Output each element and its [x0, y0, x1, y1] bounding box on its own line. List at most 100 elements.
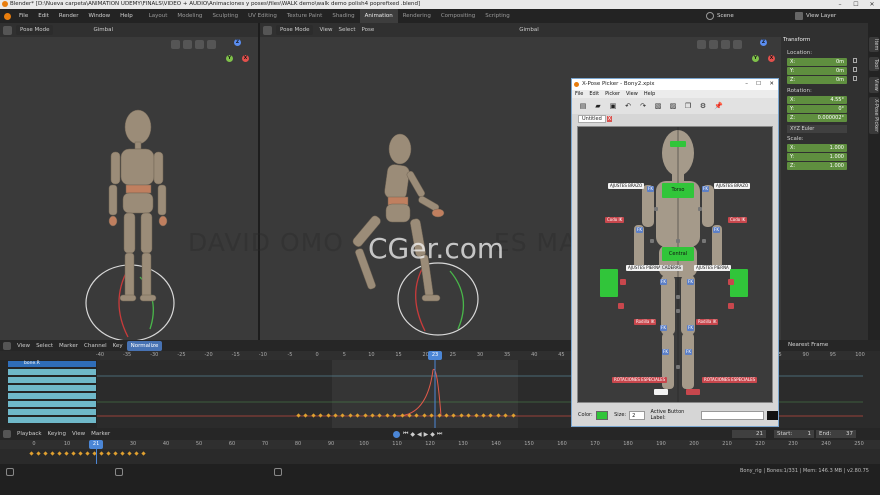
- editor-type-icon[interactable]: [3, 430, 11, 438]
- view-layer-selector[interactable]: View Layer: [806, 9, 836, 23]
- control-dot[interactable]: [676, 309, 680, 313]
- timeline-keyframe[interactable]: [134, 451, 139, 456]
- close-button[interactable]: ✕: [864, 0, 880, 9]
- knee-ik-left-button[interactable]: Rodilla IK: [634, 319, 657, 325]
- hips-button[interactable]: CADERAS: [660, 265, 684, 271]
- active-button-label-input[interactable]: [700, 410, 764, 420]
- timeline-keyframes[interactable]: [29, 451, 148, 456]
- normalize-toggle[interactable]: Normalize: [126, 340, 163, 351]
- fk-shin-left-button[interactable]: FK: [660, 325, 667, 331]
- location-y-field[interactable]: Y: 0m: [787, 67, 847, 75]
- fk-thigh-left-button[interactable]: FK: [660, 279, 667, 285]
- keyframe-diamond[interactable]: [414, 413, 420, 418]
- scale-z-field[interactable]: Z: 1.000: [787, 162, 847, 170]
- foot-left-picker[interactable]: [654, 389, 668, 395]
- gear-icon[interactable]: ⚙: [699, 102, 707, 110]
- xpose-menu-view[interactable]: View: [623, 90, 641, 98]
- jump-end-icon[interactable]: ⏭: [437, 430, 442, 438]
- xpose-menu-file[interactable]: File: [572, 90, 586, 98]
- scale-y-field[interactable]: Y: 1.000: [787, 153, 847, 161]
- menu-render[interactable]: Render: [54, 9, 84, 23]
- timeline-keyframe[interactable]: [106, 451, 111, 456]
- menu-select[interactable]: Select: [36, 343, 53, 349]
- keyframe-diamond[interactable]: [407, 413, 412, 418]
- gizmo-y[interactable]: Y: [752, 55, 759, 62]
- tab-animation[interactable]: Animation: [359, 9, 398, 23]
- open-folder-icon[interactable]: ▰: [594, 102, 602, 110]
- xpose-canvas[interactable]: Torso AJUSTES BRAZO AJUSTES BRAZO FK FK …: [577, 126, 773, 403]
- special-rotations-left-button[interactable]: ROTACIONES ESPECIALES: [612, 377, 668, 383]
- timeline-editor[interactable]: Playback Keying View Marker ⏮ ◆ ◀ ▶ ◆ ⏭ …: [0, 428, 880, 464]
- play-icon[interactable]: ▶: [424, 431, 429, 438]
- color-swatch[interactable]: [595, 410, 609, 420]
- copy-icon[interactable]: ❐: [684, 102, 692, 110]
- fk-foot-left-button[interactable]: FK: [662, 349, 669, 355]
- tab-texture-paint[interactable]: Texture Paint: [282, 9, 328, 23]
- knee-ik-right-button[interactable]: Rodilla IK: [696, 319, 719, 325]
- menu-channel[interactable]: Channel: [84, 343, 107, 349]
- menu-file[interactable]: File: [14, 9, 33, 23]
- keyframe-diamond[interactable]: [488, 413, 494, 418]
- new-file-icon[interactable]: ▤: [579, 102, 587, 110]
- tab-layout[interactable]: Layout: [144, 9, 173, 23]
- channel-row[interactable]: [8, 385, 96, 391]
- keyframe-diamond[interactable]: [496, 413, 501, 418]
- mode-select[interactable]: Pose Mode: [276, 25, 314, 35]
- ik-hand-right-button[interactable]: [728, 279, 734, 285]
- keyframe-diamond[interactable]: [510, 413, 516, 418]
- keyframe-diamond[interactable]: [459, 413, 464, 418]
- keyframe-diamond[interactable]: [303, 413, 309, 418]
- menu-edit[interactable]: Edit: [33, 9, 54, 23]
- play-reverse-icon[interactable]: ◀: [417, 431, 422, 438]
- menu-window[interactable]: Window: [83, 9, 115, 23]
- gizmo-x[interactable]: X: [768, 55, 775, 62]
- keyframe-diamond[interactable]: [355, 413, 360, 418]
- zoom-icon[interactable]: [183, 40, 192, 49]
- size-select[interactable]: 2: [629, 410, 645, 420]
- next-key-icon[interactable]: ◆: [430, 431, 435, 438]
- tab-rendering[interactable]: Rendering: [398, 9, 436, 23]
- pivot-select[interactable]: Gimbal: [519, 27, 539, 33]
- sidebar-tab-tool[interactable]: Tool: [869, 57, 879, 71]
- keyframe-diamond[interactable]: [392, 413, 397, 418]
- transform-panel-title[interactable]: Transform: [783, 37, 810, 43]
- head-picker-button[interactable]: [670, 141, 686, 147]
- menu-select[interactable]: Select: [339, 27, 356, 33]
- keyframe-diamond[interactable]: [311, 413, 316, 418]
- dope-sheet-playhead[interactable]: 23: [428, 351, 442, 360]
- tab-scripting[interactable]: Scripting: [480, 9, 514, 23]
- timeline-keyframe[interactable]: [99, 451, 104, 456]
- leg-adjust-right-button[interactable]: AJUSTES PIERNA: [694, 265, 731, 271]
- hand-icon[interactable]: [721, 40, 730, 49]
- sidebar-tab-view[interactable]: View: [869, 77, 879, 93]
- tab-shading[interactable]: Shading: [327, 9, 359, 23]
- keyframe-diamond[interactable]: [503, 413, 508, 418]
- keyframe-diamond[interactable]: [296, 413, 301, 418]
- keyframe-diamond[interactable]: [422, 413, 427, 418]
- channel-row[interactable]: [8, 417, 96, 423]
- keyframe-diamond[interactable]: [377, 413, 383, 418]
- keyframe-diamond[interactable]: [370, 413, 375, 418]
- channel-summary[interactable]: bone.R: [8, 361, 96, 367]
- hand-left-picker[interactable]: [600, 269, 618, 297]
- tab-close-icon[interactable]: X: [606, 115, 613, 122]
- xpose-picker-window[interactable]: X-Pose Picker - Bony2.xpix – ☐ ✕ File Ed…: [571, 78, 779, 427]
- nav-gizmo-right[interactable]: Z Y X: [748, 39, 778, 69]
- keyframe-diamond[interactable]: [348, 413, 353, 418]
- timeline-keyframe[interactable]: [57, 451, 62, 456]
- blender-menu-icon[interactable]: [4, 12, 11, 20]
- timeline-keyframe[interactable]: [78, 451, 83, 456]
- keyframe-diamond[interactable]: [473, 413, 479, 418]
- keyframe-diamond[interactable]: [385, 413, 390, 418]
- pivot-select[interactable]: Gimbal: [93, 27, 113, 33]
- maximize-button[interactable]: ☐: [848, 0, 864, 9]
- scale-x-field[interactable]: X: 1.000: [787, 144, 847, 152]
- mode-select[interactable]: Pose Mode: [16, 25, 54, 35]
- current-frame-field[interactable]: 21: [732, 430, 766, 438]
- ik-hand-left-button[interactable]: [620, 279, 626, 285]
- active-color-swatch[interactable]: [766, 410, 778, 420]
- fk-shin-right-button[interactable]: FK: [687, 325, 694, 331]
- fk-forearm-right-button[interactable]: FK: [713, 227, 720, 233]
- channel-row[interactable]: [8, 401, 96, 407]
- menu-view[interactable]: View: [17, 343, 30, 349]
